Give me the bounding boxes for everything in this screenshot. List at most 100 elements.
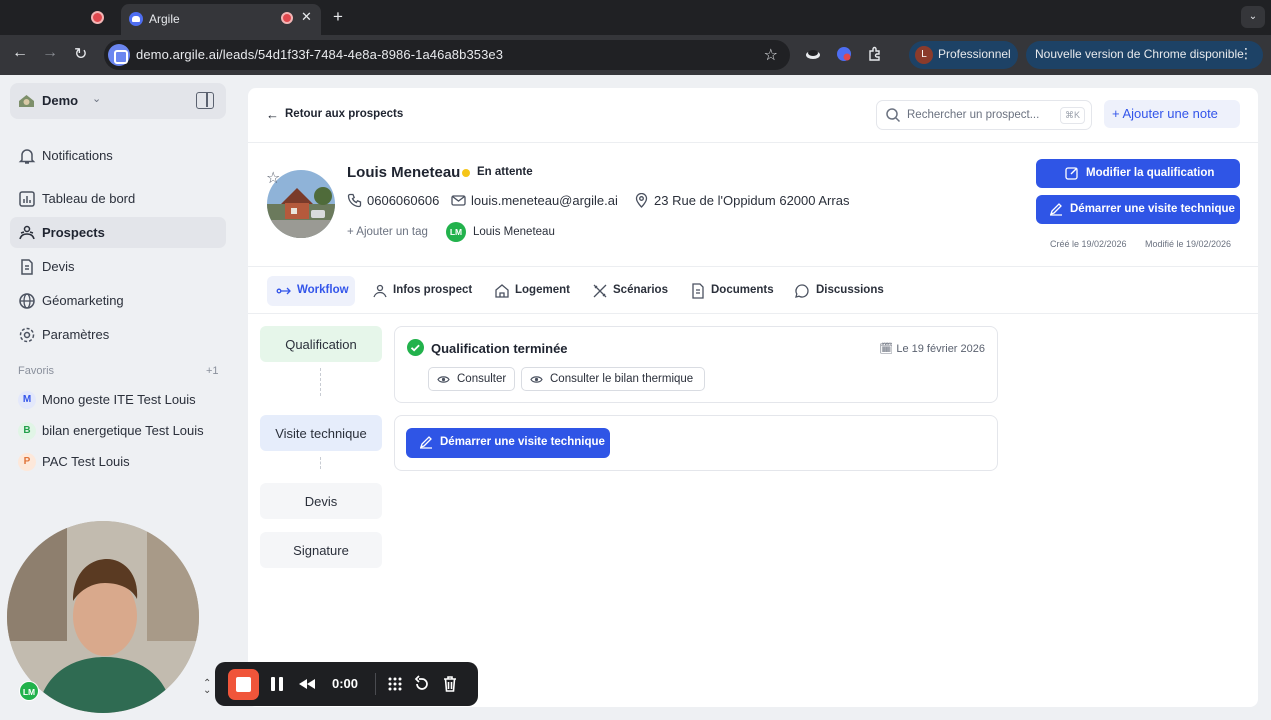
dashboard-icon xyxy=(19,191,35,207)
gear-icon xyxy=(19,327,35,343)
created-date: Créé le 19/02/2026 xyxy=(1050,239,1127,249)
new-tab-button[interactable]: + xyxy=(333,7,343,27)
people-icon xyxy=(19,225,35,240)
profile-button[interactable]: L Professionnel xyxy=(909,41,1018,69)
divider xyxy=(248,142,1258,143)
sidebar-item-notifications[interactable]: Notifications xyxy=(10,140,226,171)
stop-recording-button[interactable] xyxy=(228,669,259,700)
sidebar-item-dashboard[interactable]: Tableau de bord xyxy=(10,183,226,214)
button-label: Consulter xyxy=(457,373,507,385)
address-bar[interactable]: demo.argile.ai/leads/54d1f33f-7484-4e8a-… xyxy=(104,40,790,70)
step-connector xyxy=(320,368,321,396)
sidebar-item-geomarketing[interactable]: Géomarketing xyxy=(10,285,226,316)
chrome-update-button[interactable]: Nouvelle version de Chrome disponible ⋮ xyxy=(1026,41,1263,69)
puzzle-extensions-icon[interactable] xyxy=(867,46,883,62)
favorites-more-count[interactable]: +1 xyxy=(206,365,219,377)
extension-icon[interactable] xyxy=(805,46,821,62)
sidebar-item-devis[interactable]: Devis xyxy=(10,251,226,282)
check-circle-icon xyxy=(407,339,424,356)
location-pin-icon xyxy=(635,193,648,208)
step-visite-technique[interactable]: Visite technique xyxy=(260,415,382,451)
back-to-prospects-link[interactable]: Retour aux prospects xyxy=(285,108,403,120)
sidebar-item-label: Prospects xyxy=(42,225,105,240)
lead-phone[interactable]: 0606060606 xyxy=(367,193,439,208)
forward-arrow-icon[interactable]: → xyxy=(42,44,58,62)
arrow-left-icon[interactable]: ← xyxy=(266,107,279,122)
divider xyxy=(248,313,1258,314)
argile-favicon-icon xyxy=(129,12,143,26)
lead-name: Louis Meneteau xyxy=(347,164,461,181)
restart-icon[interactable] xyxy=(413,675,431,693)
search-placeholder: Rechercher un prospect... xyxy=(907,109,1040,121)
more-menu-icon[interactable]: ⋮ xyxy=(1239,45,1253,62)
sidebar-item-parametres[interactable]: Paramètres xyxy=(10,319,226,350)
overlay-avatar: LM xyxy=(19,681,39,701)
qualification-date: 🗓 Le 19 février 2026 xyxy=(879,343,985,355)
add-note-label: + Ajouter une note xyxy=(1112,106,1218,121)
favorite-badge: M xyxy=(18,391,36,409)
prospect-search-input[interactable]: Rechercher un prospect... ⌘K xyxy=(876,100,1092,130)
search-shortcut: ⌘K xyxy=(1059,107,1085,124)
start-technical-visit-button[interactable]: Démarrer une visite technique xyxy=(1036,195,1240,224)
search-icon xyxy=(886,108,901,123)
workspace-switcher[interactable]: Demo ⌄ xyxy=(10,83,226,119)
favorite-star-icon[interactable]: ☆ xyxy=(266,168,280,188)
tab-workflow[interactable]: Workflow xyxy=(267,276,355,306)
add-note-button[interactable]: + Ajouter une note xyxy=(1104,100,1240,128)
recording-indicator-icon xyxy=(281,12,293,24)
status-dot-icon xyxy=(462,169,470,177)
recording-tab-icon[interactable] xyxy=(91,11,104,24)
status-badge: En attente xyxy=(477,166,533,178)
sidebar-item-label: Tableau de bord xyxy=(42,191,136,206)
toggle-sidebar-icon[interactable] xyxy=(196,92,214,109)
consult-button[interactable]: Consulter xyxy=(428,367,515,391)
tab-discussions[interactable]: Discussions xyxy=(788,276,884,306)
trash-icon[interactable] xyxy=(441,675,459,693)
tab-scenarios[interactable]: Scénarios xyxy=(586,276,672,306)
pause-icon[interactable] xyxy=(268,675,286,693)
recording-control-bar: 0:00 xyxy=(215,662,478,706)
lead-email[interactable]: louis.meneteau@argile.ai xyxy=(471,193,618,208)
workflow-icon xyxy=(276,287,291,295)
sidebar-item-label: Paramètres xyxy=(42,327,110,342)
qualification-card: Qualification terminée 🗓 Le 19 février 2… xyxy=(394,326,998,403)
step-devis[interactable]: Devis xyxy=(260,483,382,519)
recorder-extension-icon[interactable] xyxy=(836,46,852,62)
step-label: Visite technique xyxy=(275,426,367,441)
grid-dots-icon[interactable] xyxy=(386,675,404,693)
add-tag-button[interactable]: + Ajouter un tag xyxy=(347,226,428,238)
tab-search-button[interactable]: ⌄ xyxy=(1241,6,1265,28)
site-info-icon[interactable] xyxy=(108,44,130,66)
sidebar-item-prospects[interactable]: Prospects xyxy=(10,217,226,248)
tab-documents[interactable]: Documents xyxy=(684,276,776,306)
tab-label: Discussions xyxy=(816,284,884,296)
rewind-icon[interactable] xyxy=(298,675,316,693)
browser-tab-argile[interactable]: Argile ✕ xyxy=(121,4,321,35)
chat-bubble-icon xyxy=(795,284,809,298)
back-arrow-icon[interactable]: ← xyxy=(12,44,28,62)
reload-icon[interactable]: ↻ xyxy=(74,44,87,64)
lead-address[interactable]: 23 Rue de l'Oppidum 62000 Arras xyxy=(654,193,849,208)
modify-qualification-button[interactable]: Modifier la qualification xyxy=(1036,159,1240,188)
plus-icon: + xyxy=(1112,106,1123,121)
tab-infos-prospect[interactable]: Infos prospect xyxy=(366,276,472,306)
close-tab-icon[interactable]: ✕ xyxy=(301,9,312,25)
lead-detail-panel: ← Retour aux prospects Rechercher un pro… xyxy=(248,88,1258,707)
step-qualification[interactable]: Qualification xyxy=(260,326,382,362)
tab-label: Infos prospect xyxy=(393,284,473,296)
start-technical-visit-card-button[interactable]: Démarrer une visite technique xyxy=(406,428,610,458)
pencil-icon xyxy=(1049,203,1062,216)
favorite-label: Mono geste ITE Test Louis xyxy=(42,392,196,407)
sidebar-item-label: Devis xyxy=(42,259,75,274)
step-signature[interactable]: Signature xyxy=(260,532,382,568)
resize-handle-icon[interactable]: ⌃ ⌄ xyxy=(203,679,211,696)
tab-label: Logement xyxy=(515,284,570,296)
tab-label: Workflow xyxy=(297,284,349,296)
person-icon xyxy=(373,284,387,298)
bookmark-star-icon[interactable]: ☆ xyxy=(764,45,778,65)
step-label: Devis xyxy=(304,494,338,509)
consult-thermal-report-button[interactable]: Consulter le bilan thermique xyxy=(521,367,705,391)
tab-logement[interactable]: Logement xyxy=(488,276,574,306)
owner-name[interactable]: Louis Meneteau xyxy=(473,226,555,238)
owner-avatar: LM xyxy=(446,222,466,242)
